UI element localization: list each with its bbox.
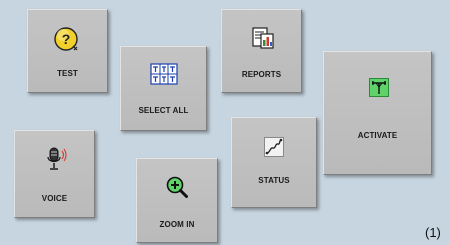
activate-label: ACTIVATE [357,131,398,140]
svg-text:?: ? [62,31,71,47]
zoom-in-button[interactable]: ZOOM IN [136,158,218,243]
wave-status-icon [264,137,284,162]
zoom-in-icon [166,176,188,203]
microphone-icon [46,147,68,176]
reports-button[interactable]: REPORTS [221,9,302,93]
grid-select-icon [150,63,178,90]
select-all-label: SELECT ALL [138,106,189,115]
figure-number: (1) [425,225,441,240]
voice-button[interactable]: VOICE [14,130,95,218]
report-chart-icon [252,27,274,54]
reports-label: REPORTS [241,70,282,79]
status-label: STATUS [258,176,290,185]
select-all-button[interactable]: SELECT ALL [120,46,207,131]
test-button[interactable]: ? TEST [27,9,108,93]
voice-label: VOICE [41,194,68,203]
zoom-in-label: ZOOM IN [159,220,195,229]
antenna-icon [369,78,389,102]
activate-button[interactable]: ACTIVATE [323,51,432,175]
test-label: TEST [57,69,78,78]
question-icon: ? [53,26,79,57]
button-panel: { "buttons": { "test": { "label": "TEST"… [0,0,449,245]
status-button[interactable]: STATUS [231,117,317,208]
